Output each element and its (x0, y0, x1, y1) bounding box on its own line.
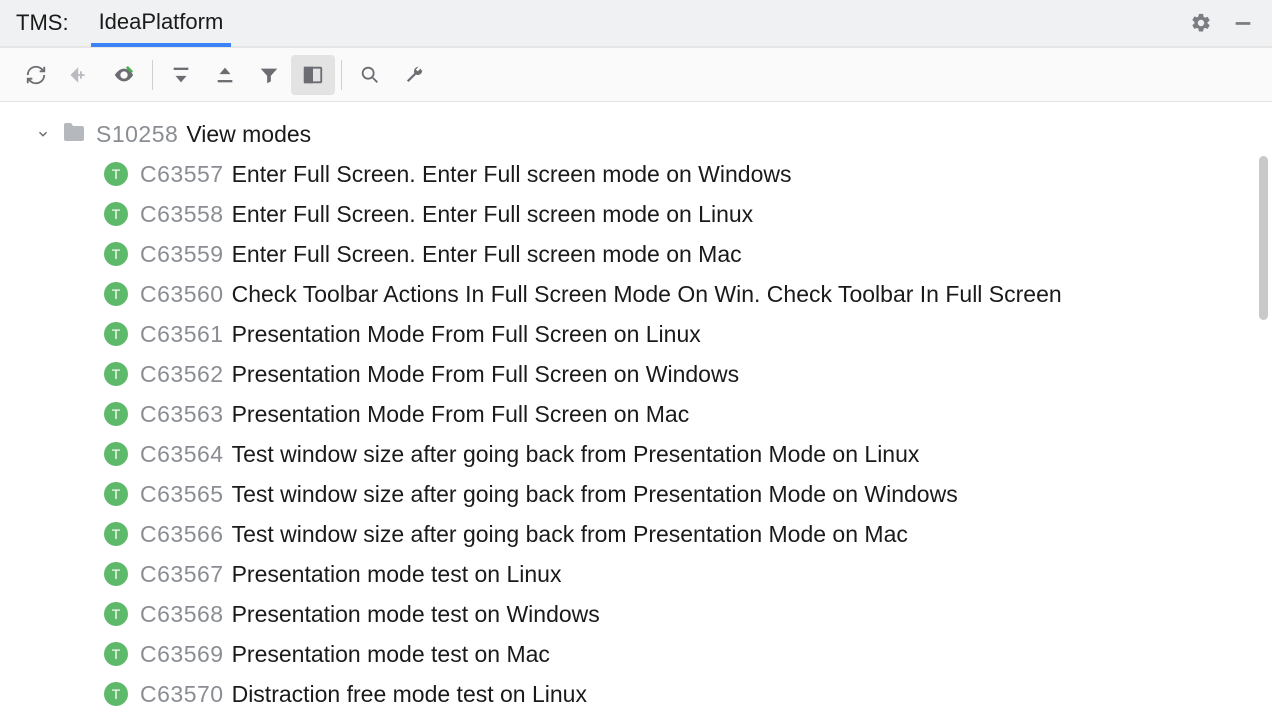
testcase-row[interactable]: T C63562 Presentation Mode From Full Scree… (0, 354, 1272, 394)
panel-header: TMS: IdeaPlatform (0, 0, 1272, 48)
testcase-badge-icon: T (104, 522, 128, 546)
testcase-title: Test window size after going back from P… (232, 521, 908, 548)
expand-all-icon[interactable] (159, 55, 203, 95)
testcase-row[interactable]: T C63558 Enter Full Screen. Enter Full scr… (0, 194, 1272, 234)
tree-content[interactable]: S10258 View modes T C63557 Enter Full Scre… (0, 102, 1272, 716)
testcase-id: C63557 (140, 161, 224, 188)
suite-id: S10258 (96, 121, 178, 148)
badge-letter: T (112, 486, 121, 502)
testcase-id: C63567 (140, 561, 224, 588)
refresh-icon[interactable] (14, 55, 58, 95)
testcase-id: C63566 (140, 521, 224, 548)
minimize-icon[interactable] (1228, 8, 1258, 38)
testcase-title: Test window size after going back from P… (232, 481, 958, 508)
testcase-id: C63563 (140, 401, 224, 428)
testcase-badge-icon: T (104, 442, 128, 466)
testcase-id: C63570 (140, 681, 224, 708)
testcase-title: Presentation mode test on Windows (232, 601, 600, 628)
badge-letter: T (112, 446, 121, 462)
testcase-row[interactable]: T C63568 Presentation mode test on Windows (0, 594, 1272, 634)
testcase-title: Test window size after going back from P… (232, 441, 920, 468)
testcase-row[interactable]: T C63564 Test window size after going back… (0, 434, 1272, 474)
testcase-badge-icon: T (104, 642, 128, 666)
search-icon[interactable] (348, 55, 392, 95)
toolbar-separator (152, 60, 153, 90)
collapse-all-icon[interactable] (203, 55, 247, 95)
badge-letter: T (112, 286, 121, 302)
testcase-badge-icon: T (104, 282, 128, 306)
toolbar (0, 48, 1272, 102)
badge-letter: T (112, 366, 121, 382)
testcase-title: Check Toolbar Actions In Full Screen Mod… (232, 281, 1062, 308)
testcase-badge-icon: T (104, 202, 128, 226)
badge-letter: T (112, 526, 121, 542)
testcase-row[interactable]: T C63566 Test window size after going back… (0, 514, 1272, 554)
suite-title: View modes (186, 121, 311, 148)
testcase-id: C63565 (140, 481, 224, 508)
testcase-row[interactable]: T C63557 Enter Full Screen. Enter Full scr… (0, 154, 1272, 194)
badge-letter: T (112, 606, 121, 622)
testcase-id: C63568 (140, 601, 224, 628)
testcase-badge-icon: T (104, 482, 128, 506)
testcase-row[interactable]: T C63560 Check Toolbar Actions In Full Scr… (0, 274, 1272, 314)
suite-row[interactable]: S10258 View modes (0, 114, 1272, 154)
testcase-badge-icon: T (104, 402, 128, 426)
badge-letter: T (112, 686, 121, 702)
toolbar-separator (341, 60, 342, 90)
testcase-id: C63559 (140, 241, 224, 268)
testcase-id: C63558 (140, 201, 224, 228)
testcase-title: Presentation mode test on Linux (232, 561, 562, 588)
testcase-id: C63562 (140, 361, 224, 388)
badge-letter: T (112, 646, 121, 662)
testcase-row[interactable]: T C63569 Presentation mode test on Mac (0, 634, 1272, 674)
testcase-title: Presentation Mode From Full Screen on Ma… (232, 401, 690, 428)
testcase-badge-icon: T (104, 242, 128, 266)
testcase-badge-icon: T (104, 322, 128, 346)
testcase-title: Enter Full Screen. Enter Full screen mod… (232, 201, 754, 228)
testcase-badge-icon: T (104, 362, 128, 386)
tab-ideaplatform[interactable]: IdeaPlatform (91, 0, 232, 47)
testcase-badge-icon: T (104, 682, 128, 706)
testcase-title: Presentation mode test on Mac (232, 641, 550, 668)
testcase-title: Enter Full Screen. Enter Full screen mod… (232, 241, 742, 268)
testcase-row[interactable]: T C63563 Presentation Mode From Full Scree… (0, 394, 1272, 434)
testcase-id: C63569 (140, 641, 224, 668)
testcase-id: C63560 (140, 281, 224, 308)
testcase-title: Distraction free mode test on Linux (232, 681, 587, 708)
testcase-row[interactable]: T C63559 Enter Full Screen. Enter Full scr… (0, 234, 1272, 274)
badge-letter: T (112, 406, 121, 422)
testcase-badge-icon: T (104, 162, 128, 186)
panel-title: TMS: (16, 10, 69, 36)
testcase-title: Presentation Mode From Full Screen on Li… (232, 321, 701, 348)
show-icon[interactable] (102, 55, 146, 95)
testcase-row[interactable]: T C63561 Presentation Mode From Full Scree… (0, 314, 1272, 354)
testcase-title: Presentation Mode From Full Screen on Wi… (232, 361, 740, 388)
testcase-id: C63564 (140, 441, 224, 468)
filter-icon[interactable] (247, 55, 291, 95)
badge-letter: T (112, 566, 121, 582)
testcase-id: C63561 (140, 321, 224, 348)
testcase-row[interactable]: T C63567 Presentation mode test on Linux (0, 554, 1272, 594)
testcase-badge-icon: T (104, 562, 128, 586)
layout-split-icon[interactable] (291, 55, 335, 95)
testcase-row[interactable]: T C63565 Test window size after going back… (0, 474, 1272, 514)
testcase-badge-icon: T (104, 602, 128, 626)
chevron-down-icon[interactable] (34, 125, 52, 143)
scrollbar-thumb[interactable] (1259, 156, 1268, 320)
badge-letter: T (112, 246, 121, 262)
badge-letter: T (112, 326, 121, 342)
badge-letter: T (112, 166, 121, 182)
testcase-title: Enter Full Screen. Enter Full screen mod… (232, 161, 792, 188)
badge-letter: T (112, 206, 121, 222)
add-icon[interactable] (58, 55, 102, 95)
wrench-icon[interactable] (392, 55, 436, 95)
folder-icon (62, 122, 86, 146)
testcase-row[interactable]: T C63570 Distraction free mode test on Lin… (0, 674, 1272, 714)
settings-gear-icon[interactable] (1186, 8, 1216, 38)
